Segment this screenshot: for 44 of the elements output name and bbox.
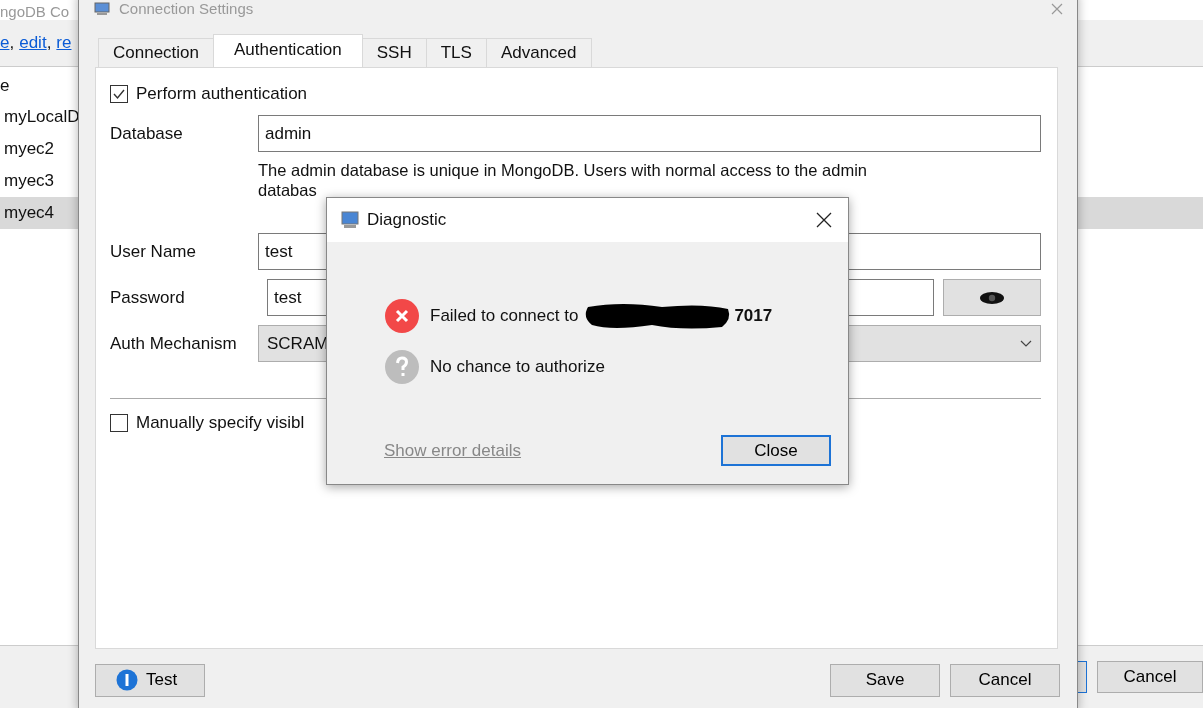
connection-item[interactable]: myec2 (0, 133, 78, 165)
list-header: e (0, 75, 11, 97)
message-text: No chance to authorize (430, 357, 605, 377)
field-label: User Name (110, 241, 197, 262)
window-title: Connection Settings (119, 1, 254, 17)
connection-item[interactable]: myec3 (0, 165, 78, 197)
save-button[interactable]: Save (830, 663, 940, 697)
field-label: Database (110, 123, 184, 144)
separator-text: , (9, 33, 15, 53)
link[interactable]: e (0, 33, 10, 53)
checkbox-label: Manually specify visibl (136, 413, 305, 433)
checkbox[interactable] (110, 414, 128, 432)
error-icon (384, 298, 420, 334)
monitor-icon (93, 2, 111, 16)
port-text: 7017 (734, 306, 773, 326)
test-button[interactable]: Test (95, 663, 205, 697)
eye-icon (979, 290, 1005, 305)
link[interactable]: edit (19, 33, 47, 53)
connection-item[interactable]: myLocalD (0, 101, 78, 133)
button[interactable] (1078, 661, 1087, 693)
dialog-title: Diagnostic (367, 210, 447, 230)
database-field[interactable]: admin (258, 115, 1041, 152)
field-label: Password (110, 287, 186, 308)
separator-text: , (46, 33, 52, 53)
tab[interactable]: Authentication (213, 34, 363, 67)
chevron-down-icon (1020, 339, 1032, 348)
monitor-icon (341, 211, 359, 229)
link[interactable]: re (56, 33, 72, 53)
help-text: databas (258, 180, 318, 200)
info-icon (116, 669, 138, 691)
help-text: The admin database is unique in MongoDB. Users with normal access to the admin (258, 160, 868, 180)
tab[interactable]: Connection (98, 38, 214, 67)
show-password-button[interactable] (943, 279, 1041, 316)
checkbox-label: Perform authentication (136, 84, 308, 104)
cancel-button[interactable]: Cancel (950, 663, 1060, 697)
field-label: Auth Mechanism (110, 333, 238, 354)
cancel-button[interactable]: Cancel (1097, 661, 1203, 693)
close-button[interactable]: Close (721, 435, 831, 466)
question-icon (384, 349, 420, 385)
tab[interactable]: Advanced (485, 38, 592, 67)
checkbox[interactable] (110, 85, 128, 103)
close-icon[interactable] (816, 212, 832, 228)
window-title: ngoDB Co (0, 4, 70, 20)
message-text: Failed to connect to (430, 306, 579, 326)
